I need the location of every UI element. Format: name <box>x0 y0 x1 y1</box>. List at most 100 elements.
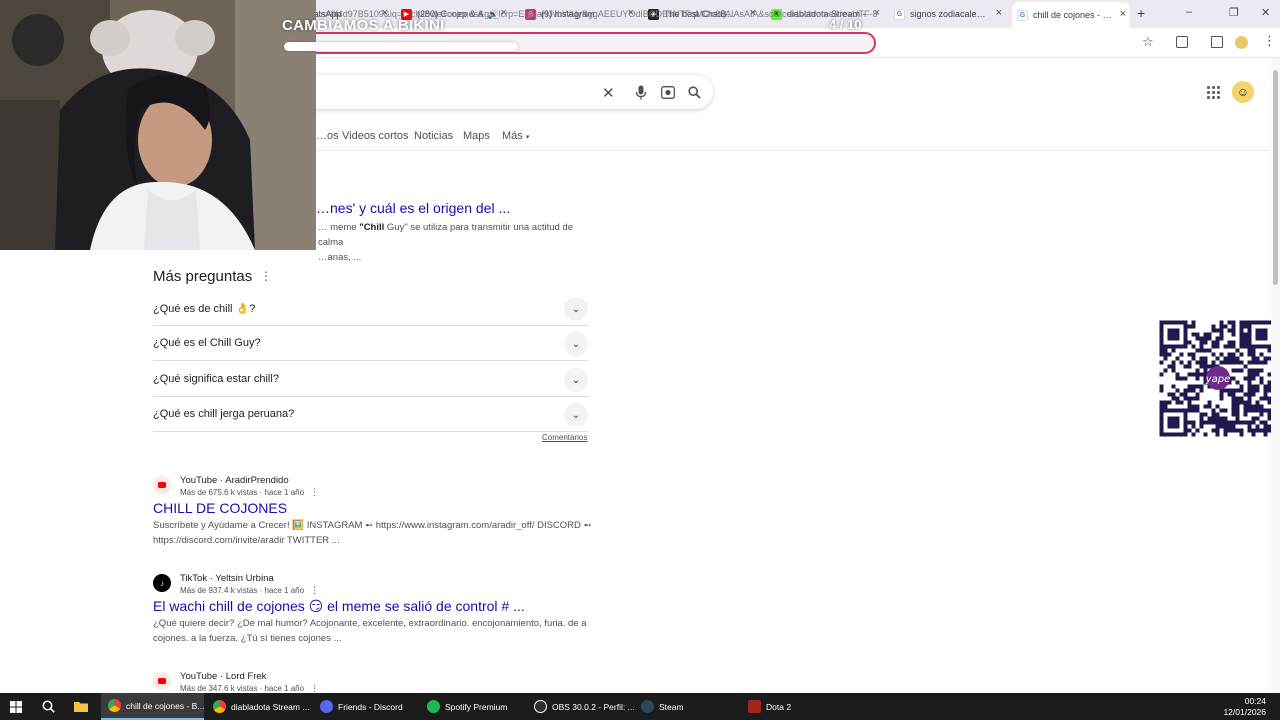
scrollbar-thumb[interactable] <box>1273 70 1278 285</box>
caret-down-icon: ▾ <box>525 134 530 141</box>
maximize-button[interactable]: ❐ <box>1229 6 1239 19</box>
filter-mas[interactable]: Más ▾ <box>502 130 529 142</box>
result-description-line: https://discord.com/invite/aradir TWITTE… <box>153 535 340 546</box>
tab-chill-de-cojones[interactable]: G chill de cojones - Bus × <box>1012 2 1130 28</box>
taskbar-discord[interactable]: Friends - Discord <box>314 693 418 720</box>
webcam-image <box>0 0 316 250</box>
question-row[interactable]: ¿Qué es el Chill Guy? ⌄ <box>153 326 588 361</box>
more-questions-heading: Más preguntas <box>153 268 253 285</box>
result-description: Suscríbete y Ayúdame a Crecer! 🖼️ INSTAG… <box>153 518 593 548</box>
qr-code: yape <box>1158 319 1277 437</box>
google-apps-icon[interactable] <box>1207 86 1220 99</box>
spotify-icon <box>427 700 440 713</box>
divider <box>316 150 1270 151</box>
search-result: YouTube · Lord Frek Más de 347.6 k vista… <box>153 672 593 693</box>
question-text: ¿Qué es de chill 👌? <box>153 303 256 315</box>
clear-search-icon[interactable]: ✕ <box>602 84 615 102</box>
google-icon: G <box>1017 9 1028 21</box>
question-text: ¿Qué es chill jerga peruana? <box>153 408 295 420</box>
result-meta-text: Más de 675.6 k vistas · hace 1 año <box>180 488 305 497</box>
tiktok-icon: ♪ <box>153 574 171 592</box>
result-title-link[interactable]: El wachi chill de cojones 😏 el meme se s… <box>153 598 525 615</box>
account-avatar[interactable]: ☺ <box>1232 81 1254 103</box>
taskbar-spotify[interactable]: Spotify Premium <box>421 693 525 720</box>
taskbar-steam[interactable]: Steam <box>635 693 739 720</box>
qr-finder-pattern <box>1159 408 1188 437</box>
taskbar-chrome-stream[interactable]: diabladota Stream ... <box>207 693 309 720</box>
close-window-button[interactable]: ✕ <box>1261 6 1270 19</box>
snippet-text-bold: "Chill <box>359 222 385 233</box>
result-meta: Más de 675.6 k vistas · hace 1 año ⋮ <box>180 487 319 498</box>
more-options-icon[interactable]: ⋮ <box>310 487 319 498</box>
taskbar-item-label: Dota 2 <box>766 701 792 712</box>
clock-date: 12/01/2026 <box>1223 707 1266 717</box>
question-row[interactable]: ¿Qué es de chill 👌? ⌄ <box>153 291 588 326</box>
snippet-title-link[interactable]: …nes' y cuál es el origen del ... <box>316 200 510 216</box>
clock-time: 00:24 <box>1244 696 1266 706</box>
browser-menu-icon[interactable]: ⋮ <box>1263 34 1276 47</box>
chevron-down-icon[interactable]: ⌄ <box>564 403 588 427</box>
chevron-down-icon[interactable]: ⌄ <box>564 332 588 356</box>
webcam-overlay <box>0 0 316 250</box>
question-row[interactable]: ¿Qué es chill jerga peruana? ⌄ <box>153 397 588 432</box>
start-button[interactable] <box>4 693 28 720</box>
search-input[interactable] <box>290 75 713 109</box>
result-source: YouTube · Lord Frek <box>180 672 267 682</box>
qr-code-image: yape <box>1159 320 1276 437</box>
discord-icon <box>320 700 333 713</box>
result-description-line: ¿Qué quiere decir? ¿De mal humor? Acojon… <box>153 618 587 629</box>
stream-overlay-title: CAMBIAMOS A BIKINI <box>282 17 445 34</box>
question-text: ¿Qué es el Chill Guy? <box>153 337 261 349</box>
chevron-down-icon[interactable]: ⌄ <box>564 297 588 321</box>
profile-avatar[interactable] <box>1235 36 1248 49</box>
result-description-line: Suscríbete y Ayúdame a Crecer! 🖼️ INSTAG… <box>153 520 592 531</box>
bookmark-star-icon[interactable]: ☆ <box>1142 34 1154 50</box>
search-icon <box>42 700 55 713</box>
file-explorer-button[interactable] <box>69 693 93 720</box>
close-icon[interactable]: × <box>996 7 1002 19</box>
close-icon[interactable]: × <box>1120 8 1126 20</box>
new-tab-button[interactable]: + <box>1137 5 1145 21</box>
search-icon[interactable] <box>688 86 701 99</box>
result-meta: Más de 937.4 k vistas · hace 1 año ⋮ <box>180 585 319 596</box>
taskbar-search-button[interactable] <box>36 693 60 720</box>
result-source: TikTok · Yeltsin Urbina <box>180 573 274 584</box>
snippet-text: … meme "Chill Guy" se utiliza para trans… <box>318 220 590 265</box>
chevron-down-icon[interactable]: ⌄ <box>564 368 588 392</box>
taskbar-item-label: OBS 30.0.2 - Perfil: ... <box>552 701 635 712</box>
youtube-icon <box>153 672 171 690</box>
reading-list-icon[interactable] <box>1211 36 1223 48</box>
filter-videos-cortos[interactable]: Videos cortos <box>342 130 408 142</box>
stream-progress-bar <box>284 42 518 51</box>
stream-counter: 4 / 10 <box>829 17 862 32</box>
snippet-text-a: … meme <box>318 222 360 233</box>
more-options-icon[interactable]: ⋮ <box>260 270 272 282</box>
folder-icon <box>74 702 88 712</box>
taskbar-item-label: chill de cojones - B... <box>126 700 205 711</box>
taskbar-chrome-search[interactable]: chill de cojones - B... <box>101 693 204 720</box>
feedback-link[interactable]: Comentarios <box>542 433 587 442</box>
taskbar-dota[interactable]: Dota 2 <box>742 693 846 720</box>
extensions-icon[interactable] <box>1176 36 1188 48</box>
tab-label: chill de cojones - Bus <box>1033 10 1113 20</box>
tab-label: signos zodiacales - B <box>910 9 990 19</box>
yape-logo-label: yape <box>1205 374 1231 385</box>
result-meta: Más de 347.6 k vistas · hace 1 año ⋮ <box>180 683 319 693</box>
system-clock[interactable]: 00:24 12/01/2026 <box>1223 696 1266 718</box>
more-options-icon[interactable]: ⋮ <box>310 683 319 693</box>
more-options-icon[interactable]: ⋮ <box>310 585 319 596</box>
minimize-button[interactable]: – <box>1186 6 1192 18</box>
filter-tab-1[interactable]: …os <box>316 130 339 142</box>
taskbar-obs[interactable]: OBS 30.0.2 - Perfil: ... <box>528 693 635 720</box>
result-title-link[interactable]: CHILL DE COJONES <box>153 500 287 516</box>
microphone-icon[interactable] <box>635 85 647 100</box>
result-meta-text: Más de 347.6 k vistas · hace 1 año <box>180 684 305 693</box>
question-row[interactable]: ¿Qué significa estar chill? ⌄ <box>153 362 588 397</box>
camera-search-icon[interactable] <box>661 86 675 99</box>
result-meta-text: Más de 937.4 k vistas · hace 1 año <box>180 586 305 595</box>
taskbar-item-label: Steam <box>659 701 684 712</box>
result-description-line: cojones. a la fuerza. ¿Tú sí tienes cojo… <box>153 633 342 644</box>
filter-maps[interactable]: Maps <box>463 130 490 142</box>
filter-noticias[interactable]: Noticias <box>414 130 453 142</box>
taskbar-item-label: Spotify Premium <box>445 701 508 712</box>
